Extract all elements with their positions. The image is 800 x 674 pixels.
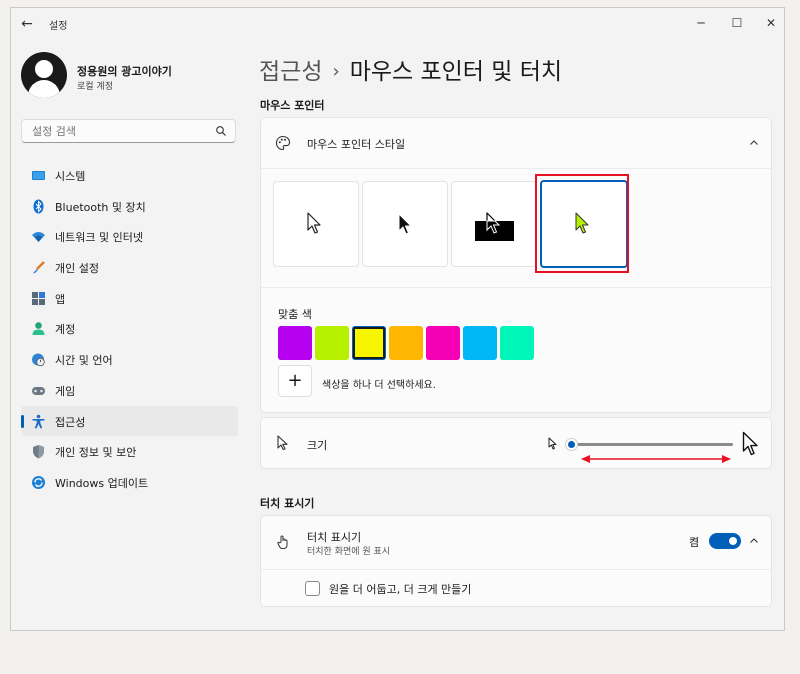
palette-icon [275,135,291,151]
touch-indicator-description: 터치한 화면에 원 표시 [307,547,391,557]
gamepad-icon [32,386,45,395]
cursor-outline-icon [277,435,288,451]
close-button[interactable]: ✕ [756,13,784,33]
system-icon [32,171,45,180]
cursor-white-icon [307,212,321,234]
size-slider-track[interactable] [570,443,733,446]
sidebar-item-network[interactable]: 네트워크 및 인터넷 [21,221,238,252]
section-title-mouse-pointer: 마우스 포인터 [260,99,325,112]
touch-indicator-toggle[interactable] [709,533,741,549]
chevron-up-icon[interactable] [749,138,759,148]
color-swatch-sky-blue[interactable] [463,326,497,360]
custom-color-label: 맞춤 색 [278,308,312,321]
pointer-style-header[interactable]: 마우스 포인터 스타일 [261,118,771,168]
bluetooth-icon [33,199,44,214]
search-box[interactable] [21,119,236,143]
globe-clock-icon [32,353,45,367]
accessibility-icon [32,414,45,428]
sidebar-item-privacy[interactable]: 개인 정보 및 보안 [21,436,238,467]
sidebar-item-apps[interactable]: 앱 [21,283,238,314]
settings-window: ← 설정 ─ ☐ ✕ 정용원의 광고이야기 로컬 계정 시스템 Bluetoot… [10,7,785,631]
pointer-style-black[interactable] [362,181,448,267]
darker-larger-row[interactable]: 원을 더 어둡고, 더 크게 만들기 [261,569,771,607]
sidebar-item-accounts[interactable]: 계정 [21,313,238,344]
account-type: 로컬 계정 [77,82,113,92]
network-icon [32,232,45,243]
pointer-style-label: 마우스 포인터 스타일 [307,138,406,151]
pointer-style-white[interactable] [273,181,359,267]
cursor-inverted-icon [475,212,514,241]
sidebar-item-label: 접근성 [55,415,86,429]
sidebar-item-personalization[interactable]: 개인 설정 [21,252,238,283]
color-swatch-purple[interactable] [278,326,312,360]
sidebar-item-label: 게임 [55,384,76,398]
search-icon [216,126,226,136]
sidebar-item-label: 계정 [55,323,76,337]
sidebar-item-label: 개인 설정 [55,262,99,276]
darker-larger-label: 원을 더 어둡고, 더 크게 만들기 [329,583,472,596]
back-button[interactable]: ← [17,14,37,34]
selection-highlight-annotation [535,174,629,273]
profile-name: 정용원의 광고이야기 [77,65,172,78]
update-icon [32,475,45,489]
sidebar-item-accessibility[interactable]: 접근성 [21,405,238,437]
brush-icon [33,261,45,274]
color-swatch-yellow[interactable] [352,326,386,360]
window-title: 설정 [49,21,68,32]
section-title-touch-indicator: 터치 표시기 [260,497,315,510]
avatar [21,52,67,98]
touch-indicator-card: 터치 표시기 터치한 화면에 원 표시 켬 원을 더 어둡고, 더 크게 만들기 [260,515,772,607]
divider [261,287,771,288]
sidebar-item-bluetooth[interactable]: Bluetooth 및 장치 [21,191,238,222]
color-swatch-lime[interactable] [315,326,349,360]
breadcrumb-parent[interactable]: 접근성 [259,59,322,85]
sidebar-item-gaming[interactable]: 게임 [21,375,238,406]
red-double-arrow-annotation [581,455,731,463]
user-profile[interactable]: 정용원의 광고이야기 로컬 계정 [21,52,241,102]
sidebar-nav: 시스템 Bluetooth 및 장치 네트워크 및 인터넷 개인 설정 앱 계정… [21,160,238,498]
search-input[interactable] [22,120,202,142]
add-color-button[interactable]: + [278,365,312,397]
color-swatch-mint[interactable] [500,326,534,360]
page-title: 마우스 포인터 및 터치 [349,59,563,85]
breadcrumb: 접근성 › 마우스 포인터 및 터치 [259,52,562,86]
sidebar-item-time-language[interactable]: 시간 및 언어 [21,344,238,375]
maximize-button[interactable]: ☐ [722,13,752,33]
darker-larger-checkbox[interactable] [305,581,320,596]
sidebar-item-windows-update[interactable]: Windows 업데이트 [21,467,238,498]
sidebar-item-label: 앱 [55,292,66,306]
title-bar: ← 설정 ─ ☐ ✕ [11,8,784,38]
breadcrumb-separator: › [332,61,340,82]
color-swatch-magenta[interactable] [426,326,460,360]
touch-indicator-label: 터치 표시기 [307,531,362,544]
size-label: 크기 [307,439,328,452]
sidebar-item-label: Bluetooth 및 장치 [55,200,146,214]
pointer-style-inverted[interactable] [451,181,537,267]
sidebar-item-label: 시스템 [55,170,86,183]
small-cursor-icon [548,437,557,450]
pointer-style-card: 마우스 포인터 스타일 맞춤 색 + 색상을 하나 더 선택하세요. [260,117,772,413]
apps-icon [32,291,45,305]
pointer-size-card: 크기 [260,417,772,469]
minimize-button[interactable]: ─ [686,13,716,33]
toggle-state-label: 켬 [689,536,700,549]
sidebar-item-system[interactable]: 시스템 [21,160,238,191]
size-slider-thumb[interactable] [566,439,577,450]
screenshot-frame: ← 설정 ─ ☐ ✕ 정용원의 광고이야기 로컬 계정 시스템 Bluetoot… [0,0,800,674]
divider [261,168,771,169]
shield-icon [33,445,44,459]
color-swatch-orange[interactable] [389,326,423,360]
sidebar-item-label: 네트워크 및 인터넷 [55,231,143,245]
add-color-label: 색상을 하나 더 선택하세요. [322,380,436,391]
touch-hand-icon [277,535,288,549]
sidebar-item-label: 개인 정보 및 보안 [55,446,137,460]
sidebar-item-label: Windows 업데이트 [55,476,149,490]
chevron-up-icon[interactable] [749,536,759,546]
account-icon [32,322,45,336]
large-cursor-icon [742,431,758,456]
cursor-black-icon [398,213,412,235]
sidebar-item-label: 시간 및 언어 [55,354,113,368]
